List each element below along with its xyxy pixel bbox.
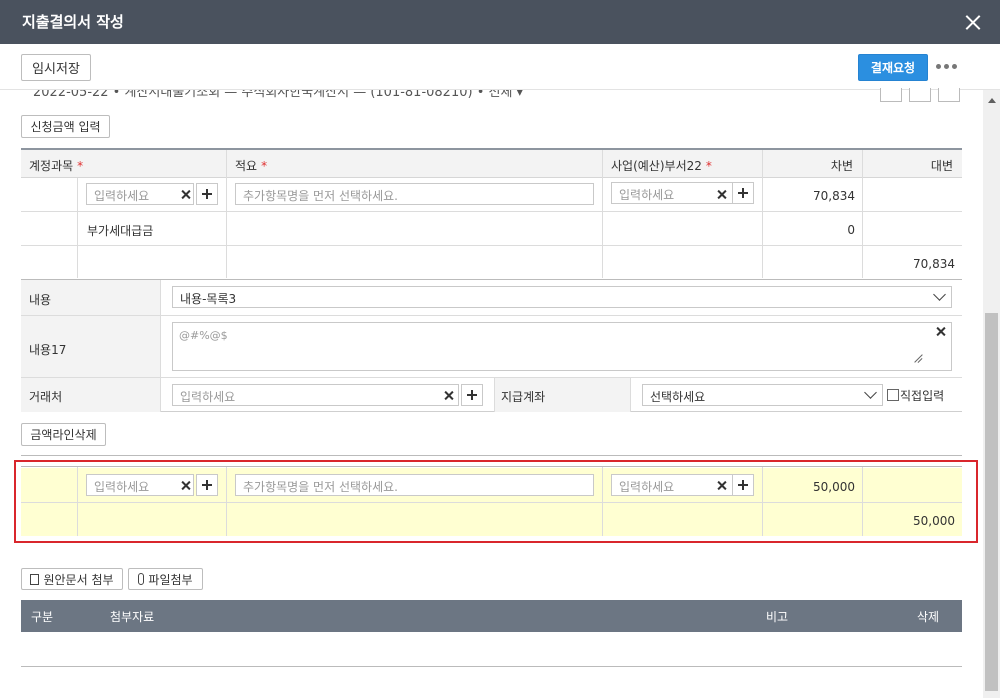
add-icon[interactable] bbox=[732, 182, 754, 204]
add-icon[interactable] bbox=[461, 384, 483, 406]
debit-value: 70,834 bbox=[813, 189, 855, 203]
header-account: 계정과목 * bbox=[29, 159, 84, 173]
header-summary: 적요 * bbox=[235, 159, 268, 173]
content-select[interactable]: 내용-목록3 bbox=[172, 286, 952, 308]
clear-icon[interactable] bbox=[443, 390, 455, 402]
grid-divider bbox=[762, 150, 763, 278]
resize-handle-icon[interactable] bbox=[913, 354, 922, 363]
scrolled-info-row: 2022-05-22 • 계산서대출기조회 — 주식회사한국계산서 — (101… bbox=[21, 90, 981, 102]
header-credit: 대변 bbox=[930, 159, 953, 173]
more-icon[interactable] bbox=[936, 63, 958, 71]
grid-divider bbox=[77, 178, 78, 278]
vendor-input[interactable]: 입력하세요 bbox=[172, 384, 459, 406]
clear-icon[interactable] bbox=[935, 326, 947, 338]
vendor-label: 거래처 bbox=[29, 390, 63, 404]
refresh-icon[interactable] bbox=[938, 88, 960, 102]
credit-value: 70,834 bbox=[913, 257, 955, 271]
grid-divider bbox=[21, 211, 962, 212]
account-value: 부가세대급금 bbox=[87, 224, 154, 238]
header-department: 사업(예산)부서22 * bbox=[611, 159, 712, 173]
clear-icon[interactable] bbox=[180, 189, 192, 201]
direct-input-checkbox[interactable] bbox=[887, 389, 899, 401]
highlight-outline bbox=[14, 460, 978, 543]
attach-file-button[interactable]: 파일첨부 bbox=[128, 568, 203, 590]
title-bar bbox=[0, 0, 1000, 44]
department-input[interactable]: 입력하세요 bbox=[611, 182, 733, 204]
summary-input[interactable]: 추가항목명을 먼저 선택하세요. bbox=[235, 183, 594, 205]
attachment-table-bottom bbox=[21, 666, 962, 667]
content17-textarea[interactable]: @#%@$ bbox=[172, 322, 952, 371]
add-icon[interactable] bbox=[196, 183, 218, 205]
grid-divider bbox=[602, 150, 603, 278]
scroll-up-arrow-icon[interactable] bbox=[983, 94, 1000, 108]
header-type: 구분 bbox=[31, 610, 54, 624]
delete-amount-line-button[interactable]: 금액라인삭제 bbox=[21, 423, 106, 446]
attachment-table-header: 구분 첨부자료 비고 삭제 bbox=[21, 600, 962, 632]
clear-icon[interactable] bbox=[716, 189, 728, 201]
expense-form: 내용 내용-목록3 내용17 @#%@$ 거래처 입력하세요 지급계좌 선택하세… bbox=[21, 279, 962, 412]
close-icon[interactable] bbox=[962, 12, 984, 34]
divider bbox=[21, 455, 962, 456]
toolbar bbox=[0, 44, 1000, 90]
settings-icon[interactable] bbox=[880, 88, 902, 102]
window-title: 지출결의서 작성 bbox=[22, 13, 124, 31]
content17-label: 내용17 bbox=[29, 343, 67, 357]
scrolled-info-text: 2022-05-22 • 계산서대출기조회 — 주식회사한국계산서 — (101… bbox=[33, 90, 524, 100]
paperclip-icon bbox=[138, 573, 145, 585]
grid-divider bbox=[21, 245, 962, 246]
request-amount-button[interactable]: 신청금액 입력 bbox=[21, 115, 110, 138]
payment-account-select[interactable]: 선택하세요 bbox=[642, 384, 883, 406]
direct-input-label: 직접입력 bbox=[900, 389, 945, 403]
content-label: 내용 bbox=[29, 293, 52, 307]
debit-value: 0 bbox=[847, 223, 855, 237]
scrollbar-thumb[interactable] bbox=[985, 313, 998, 691]
search-icon[interactable] bbox=[909, 88, 931, 102]
header-file: 첨부자료 bbox=[110, 610, 155, 624]
grid-divider bbox=[226, 150, 227, 278]
approval-request-button[interactable]: 결재요청 bbox=[858, 54, 928, 81]
temp-save-button[interactable]: 임시저장 bbox=[21, 54, 91, 81]
header-debit: 차변 bbox=[830, 159, 853, 173]
document-icon bbox=[30, 573, 40, 585]
attach-document-button[interactable]: 원안문서 첨부 bbox=[21, 568, 123, 590]
account-input[interactable]: 입력하세요 bbox=[86, 183, 194, 205]
payment-account-label: 지급계좌 bbox=[501, 390, 546, 404]
header-delete: 삭제 bbox=[917, 610, 940, 624]
journal-grid-header: 계정과목 * 적요 * 사업(예산)부서22 * 차변 대변 bbox=[21, 148, 962, 178]
header-note: 비고 bbox=[766, 610, 789, 624]
